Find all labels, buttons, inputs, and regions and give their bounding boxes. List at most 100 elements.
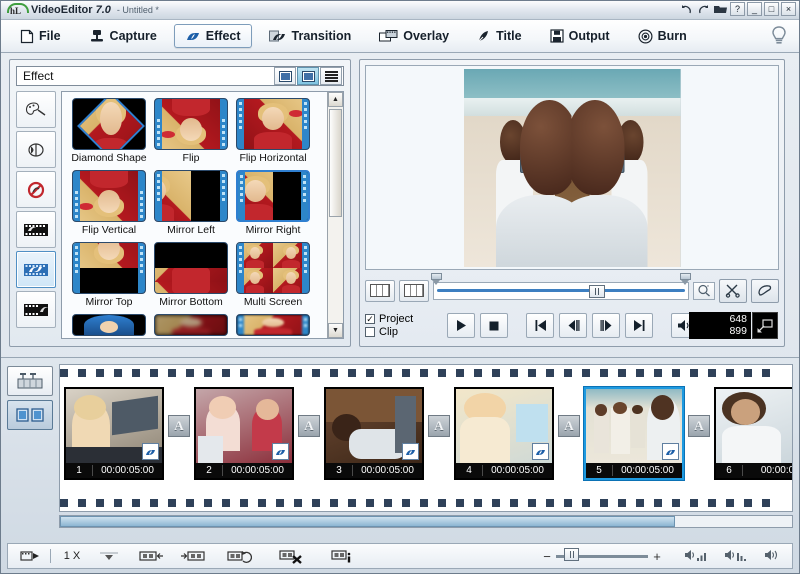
sidebar-item-filmstrip-in[interactable] — [16, 211, 56, 248]
effect-item[interactable]: Mirror Right — [234, 170, 312, 236]
scrollbar-thumb[interactable] — [329, 109, 342, 217]
filmstrip[interactable]: 1 00:00:05:00 A 2 00:00:05:00 A 3 00:00:… — [59, 364, 793, 512]
move-clip-left-button[interactable] — [135, 546, 167, 566]
clip-info-button[interactable] — [327, 546, 357, 566]
redo-icon[interactable] — [696, 2, 711, 16]
minimize-button[interactable]: _ — [747, 2, 762, 16]
storyboard-clip-selected[interactable]: 5 00:00:05:00 — [584, 387, 684, 480]
tab-transition[interactable]: Transition — [258, 24, 363, 48]
storyboard-clip[interactable]: 4 00:00:05:00 — [454, 387, 554, 480]
step-back-button[interactable] — [559, 313, 587, 339]
effect-item[interactable]: Flip — [152, 98, 230, 164]
effect-item[interactable]: Diamond Shape — [70, 98, 148, 164]
previous-button[interactable] — [526, 313, 554, 339]
effect-item[interactable]: Mirror Top — [70, 242, 148, 308]
storyboard-horizontal-scrollbar[interactable] — [59, 515, 793, 528]
project-checkbox[interactable]: ✓ — [365, 314, 375, 325]
play-button[interactable] — [447, 313, 475, 339]
move-clip-right-button[interactable] — [177, 546, 209, 566]
mark-in-button[interactable] — [365, 279, 395, 302]
effect-item[interactable]: Flip Vertical — [70, 170, 148, 236]
erase-button[interactable] — [751, 278, 779, 303]
volume-mute-icon[interactable] — [764, 548, 780, 565]
clip-checkbox-row[interactable]: Clip — [365, 326, 437, 339]
tab-effect-label: Effect — [205, 29, 241, 43]
stop-button[interactable] — [480, 313, 508, 339]
rotate-clip-button[interactable] — [223, 546, 255, 566]
transition-slot[interactable]: A — [428, 415, 450, 437]
close-button[interactable]: × — [781, 2, 796, 16]
frame-counter: 648 899 — [689, 312, 751, 340]
storyboard-clip[interactable]: 2 00:00:05:00 — [194, 387, 294, 480]
tab-file[interactable]: File — [9, 24, 72, 48]
thumbnail-small-view-button[interactable] — [274, 67, 296, 85]
effect-grid-scroll-area[interactable]: Diamond Shape Flip Flip Horizontal Flip … — [61, 91, 344, 339]
scrub-playhead[interactable] — [588, 284, 605, 298]
volume-down-icon[interactable] — [724, 548, 748, 565]
app-logo-icon: hL — [6, 3, 29, 17]
volume-up-icon[interactable] — [684, 548, 708, 565]
open-folder-icon[interactable] — [713, 2, 728, 16]
transition-slot[interactable]: A — [298, 415, 320, 437]
tab-effect[interactable]: Effect — [173, 24, 252, 48]
tab-burn[interactable]: Burn — [627, 24, 698, 48]
tab-output[interactable]: Output — [539, 24, 621, 48]
trim-end-marker[interactable] — [680, 272, 691, 285]
transition-slot[interactable]: A — [558, 415, 580, 437]
preview-scrub-track[interactable] — [431, 272, 691, 300]
tab-title[interactable]: Title — [466, 24, 532, 48]
zoom-slider-thumb[interactable] — [564, 547, 579, 561]
tab-capture[interactable]: Capture — [78, 24, 168, 48]
storyboard-clip[interactable]: 1 00:00:05:00 — [64, 387, 164, 480]
next-button[interactable] — [625, 313, 653, 339]
effect-item[interactable]: Mirror Bottom — [152, 242, 230, 308]
transition-slot[interactable]: A — [688, 415, 710, 437]
trim-start-marker[interactable] — [431, 272, 442, 285]
zoom-out-button[interactable]: − — [542, 549, 552, 564]
maximize-button[interactable]: □ — [764, 2, 779, 16]
effect-item[interactable] — [70, 314, 148, 338]
horizontal-scrollbar-thumb[interactable] — [60, 516, 675, 527]
storyboard-clip[interactable]: 6 00:00:0 — [714, 387, 792, 480]
list-view-button[interactable] — [320, 67, 342, 85]
sidebar-item-filmstrip-out[interactable] — [16, 291, 56, 328]
storyboard-view-button[interactable] — [7, 400, 53, 430]
fullscreen-button[interactable] — [752, 312, 778, 340]
effect-item[interactable]: Flip Horizontal — [234, 98, 312, 164]
volume-button-group — [684, 548, 780, 565]
help-button[interactable]: ? — [730, 2, 745, 16]
undo-icon[interactable] — [679, 2, 694, 16]
effect-item[interactable]: Multi Screen — [234, 242, 312, 308]
step-forward-button[interactable] — [592, 313, 620, 339]
zoom-slider-track[interactable] — [556, 547, 648, 561]
effect-item[interactable]: Mirror Left — [152, 170, 230, 236]
transition-slot[interactable]: A — [168, 415, 190, 437]
sidebar-item-no-effect[interactable] — [16, 171, 56, 208]
sidebar-item-filmstrip-effect[interactable] — [16, 251, 56, 288]
lightbulb-icon[interactable] — [771, 25, 787, 50]
effect-item[interactable] — [234, 314, 312, 338]
preview-zoom-button[interactable]: * — [693, 281, 715, 300]
effect-grid-scrollbar[interactable]: ▲ ▼ — [327, 92, 343, 338]
storyboard-clip[interactable]: 3 00:00:05:00 — [324, 387, 424, 480]
scroll-down-arrow-icon[interactable]: ▼ — [328, 323, 343, 338]
timeline-view-button[interactable] — [7, 366, 53, 396]
clip-checkbox[interactable] — [365, 327, 375, 338]
delete-clip-button[interactable] — [275, 546, 307, 566]
effect-thumbnail — [72, 242, 146, 294]
multiplier-dropdown-button[interactable] — [95, 546, 123, 566]
sidebar-item-color-palette[interactable] — [16, 91, 56, 128]
tab-overlay[interactable]: Overlay — [368, 24, 460, 48]
effect-panel-title: Effect — [23, 69, 54, 83]
project-checkbox-row[interactable]: ✓ Project — [365, 313, 437, 326]
effect-item[interactable] — [152, 314, 230, 338]
scroll-up-arrow-icon[interactable]: ▲ — [328, 92, 343, 107]
sidebar-item-film-roll[interactable] — [16, 131, 56, 168]
effect-label: Multi Screen — [243, 296, 303, 308]
zoom-in-button[interactable]: + — [652, 549, 662, 564]
add-clip-button[interactable] — [16, 546, 44, 566]
clip-effect-badge — [272, 443, 289, 460]
mark-out-button[interactable] — [399, 279, 429, 302]
cut-button[interactable] — [719, 278, 747, 303]
thumbnail-large-view-button[interactable] — [297, 67, 319, 85]
